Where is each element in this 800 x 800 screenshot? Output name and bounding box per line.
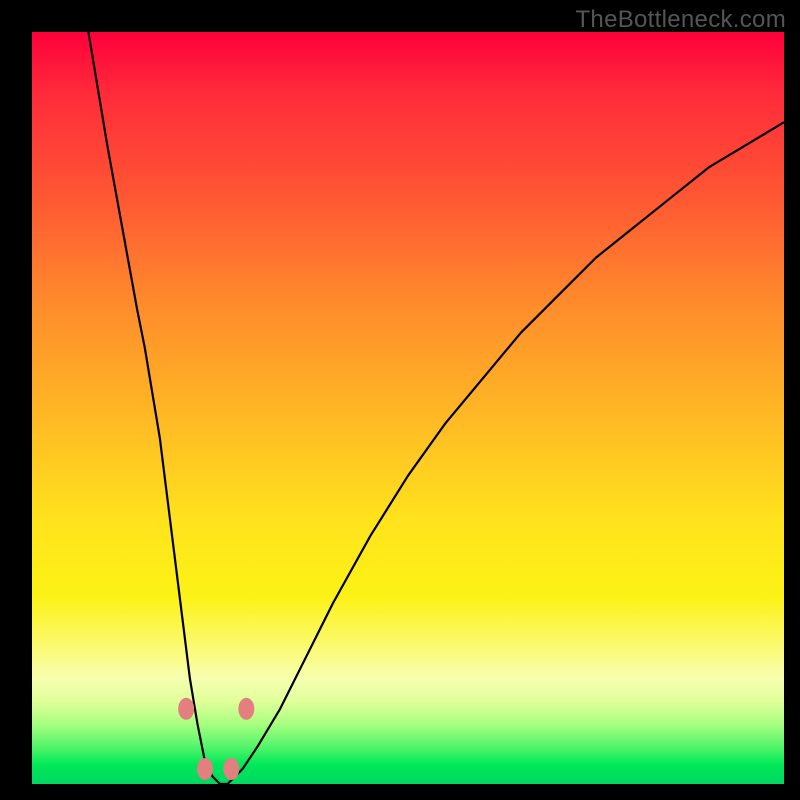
curve-marker [178,698,194,720]
plot-area [32,32,784,784]
curve-marker [197,758,213,780]
bottleneck-curve [88,32,784,784]
chart-frame: TheBottleneck.com [0,0,800,800]
curve-marker [238,698,254,720]
curve-marker [223,758,239,780]
curve-svg [32,32,784,784]
watermark-text: TheBottleneck.com [575,6,786,34]
